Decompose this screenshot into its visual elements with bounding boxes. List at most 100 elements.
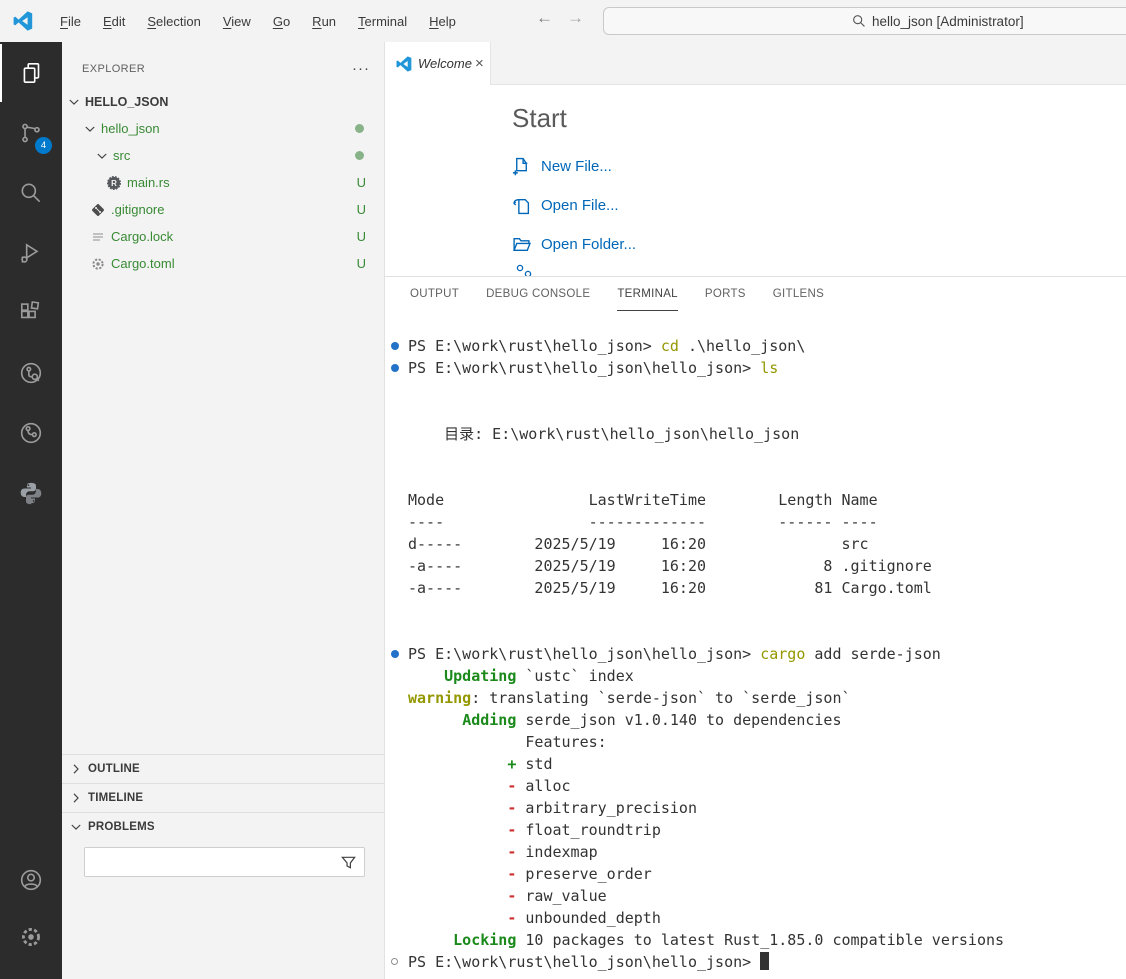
terminal-line: - arbitrary_precision [408, 797, 1120, 819]
tree-item-cargo-toml[interactable]: Cargo.tomlU [62, 250, 384, 277]
menu-go[interactable]: Go [262, 9, 301, 34]
back-arrow[interactable]: ← [536, 8, 553, 28]
chevron-down-icon [68, 819, 84, 835]
terminal-line [408, 621, 1120, 643]
start-links: New File... Open File... Open Folder... [512, 147, 636, 264]
section-problems: PROBLEMS [62, 812, 384, 979]
command-pending-decoration[interactable] [391, 958, 398, 965]
gear-icon [18, 924, 44, 950]
activity-gitlens[interactable] [0, 404, 62, 462]
start-link-new-file-[interactable]: New File... [512, 147, 636, 186]
terminal-line: warning: translating `serde-json` to `se… [408, 687, 1120, 709]
terminal-line: Mode LastWriteTime Length Name [408, 489, 1120, 511]
filter-icon[interactable] [340, 854, 357, 876]
menu-view[interactable]: View [212, 9, 262, 34]
tab-welcome[interactable]: Welcome × [385, 42, 491, 85]
section-header-outline[interactable]: OUTLINE [62, 755, 384, 783]
tree-item-label: .gitignore [111, 202, 164, 217]
run-debug-icon [18, 240, 44, 266]
menu-terminal[interactable]: Terminal [347, 9, 418, 34]
menu-bar: FileEditSelectionViewGoRunTerminalHelp [49, 9, 467, 34]
terminal[interactable]: PS E:\work\rust\hello_json> cd .\hello_j… [385, 311, 1126, 979]
sidebar-explorer: EXPLORER ··· HELLO_JSON hello_jsonsrcRmai… [62, 42, 385, 979]
problems-filter [84, 847, 365, 877]
tab-label: Welcome [418, 56, 472, 71]
activity-source-control[interactable]: 4 [0, 104, 62, 162]
source-control-badge: 4 [35, 137, 52, 154]
activity-accounts[interactable] [0, 851, 62, 909]
terminal-line: - float_roundtrip [408, 819, 1120, 841]
terminal-line: -a---- 2025/5/19 16:20 8 .gitignore [408, 555, 1120, 577]
sidebar-bottom-sections: OUTLINE TIMELINE PROBLEMS [62, 754, 384, 979]
tree-item-main-rs[interactable]: Rmain.rsU [62, 169, 384, 196]
panel-tab-gitlens[interactable]: GITLENS [773, 277, 824, 311]
command-executed-decoration[interactable] [391, 364, 399, 372]
activity-explorer[interactable] [0, 44, 62, 102]
search-icon [18, 180, 44, 206]
tree-item-hello-json[interactable]: hello_json [62, 115, 384, 142]
menu-help[interactable]: Help [418, 9, 467, 34]
activity-gitlens-inspect[interactable] [0, 344, 62, 402]
start-link-label: Open File... [541, 197, 619, 214]
close-icon[interactable]: × [472, 55, 487, 72]
terminal-line [408, 599, 1120, 621]
forward-arrow[interactable]: → [567, 8, 584, 28]
editor-tabstrip: Welcome × [385, 42, 1126, 85]
title-bar: FileEditSelectionViewGoRunTerminalHelp ←… [0, 0, 1126, 42]
menu-edit[interactable]: Edit [92, 9, 136, 34]
panel-tab-debug-console[interactable]: DEBUG CONSOLE [486, 277, 590, 311]
terminal-line: PS E:\work\rust\hello_json\hello_json> l… [408, 357, 1120, 379]
sidebar-title: EXPLORER [82, 63, 352, 75]
menu-run[interactable]: Run [301, 9, 347, 34]
panel-tabs: OUTPUT DEBUG CONSOLE TERMINAL PORTS GITLENS [385, 277, 1126, 311]
git-status-badge: U [357, 229, 366, 244]
command-executed-decoration[interactable] [391, 342, 399, 350]
tree-item-src[interactable]: src [62, 142, 384, 169]
start-link-open-folder-[interactable]: Open Folder... [512, 225, 636, 264]
git-status-badge: U [357, 202, 366, 217]
file-tree: HELLO_JSONhello_jsonsrcRmain.rsU.gitigno… [62, 88, 384, 754]
activity-search[interactable] [0, 164, 62, 222]
modified-dot-badge [355, 151, 364, 160]
vscode-logo-icon [13, 11, 33, 31]
start-heading: Start [512, 103, 567, 134]
terminal-line: 目录: E:\work\rust\hello_json\hello_json [408, 423, 1120, 445]
start-link-label: New File... [541, 158, 612, 175]
section-timeline: TIMELINE [62, 783, 384, 812]
open-folder-icon [512, 235, 531, 254]
terminal-line: Locking 10 packages to latest Rust_1.85.… [408, 929, 1120, 951]
panel-tab-ports[interactable]: PORTS [705, 277, 746, 311]
extensions-icon [18, 300, 44, 326]
activity-python[interactable] [0, 464, 62, 522]
more-actions-icon[interactable]: ··· [352, 65, 370, 73]
command-center[interactable]: hello_json [Administrator] [603, 7, 1126, 35]
terminal-line: - alloc [408, 775, 1120, 797]
panel-tab-terminal[interactable]: TERMINAL [617, 277, 678, 311]
activity-run-and-debug[interactable] [0, 224, 62, 282]
activity-settings[interactable] [0, 908, 62, 966]
terminal-line: - preserve_order [408, 863, 1120, 885]
section-header-problems[interactable]: PROBLEMS [62, 813, 384, 841]
activity-extensions[interactable] [0, 284, 62, 342]
tree-item-label: hello_json [101, 121, 160, 136]
clone-repo-icon-partial [515, 263, 533, 276]
section-header-timeline[interactable]: TIMELINE [62, 784, 384, 812]
tree-item-cargo-lock[interactable]: Cargo.lockU [62, 223, 384, 250]
section-label: PROBLEMS [88, 821, 155, 833]
terminal-line [408, 379, 1120, 401]
start-link-open-file-[interactable]: Open File... [512, 186, 636, 225]
git-status-badge: U [357, 256, 366, 271]
tree-item--gitignore[interactable]: .gitignore U [62, 196, 384, 223]
list-file-icon [90, 229, 106, 245]
terminal-line: + std [408, 753, 1120, 775]
bottom-panel: OUTPUTDEBUG CONSOLETERMINALPORTSGITLENS … [385, 276, 1126, 979]
tree-root-hello_json[interactable]: HELLO_JSON [62, 88, 384, 115]
command-executed-decoration[interactable] [391, 650, 399, 658]
python-icon [18, 480, 44, 506]
panel-tab-output[interactable]: OUTPUT [410, 277, 459, 311]
editor-region: Welcome × Start New File... Open File...… [385, 42, 1126, 979]
menu-file[interactable]: File [49, 9, 92, 34]
tree-item-label: HELLO_JSON [85, 95, 168, 109]
problems-filter-input[interactable] [85, 848, 364, 876]
menu-selection[interactable]: Selection [136, 9, 211, 34]
